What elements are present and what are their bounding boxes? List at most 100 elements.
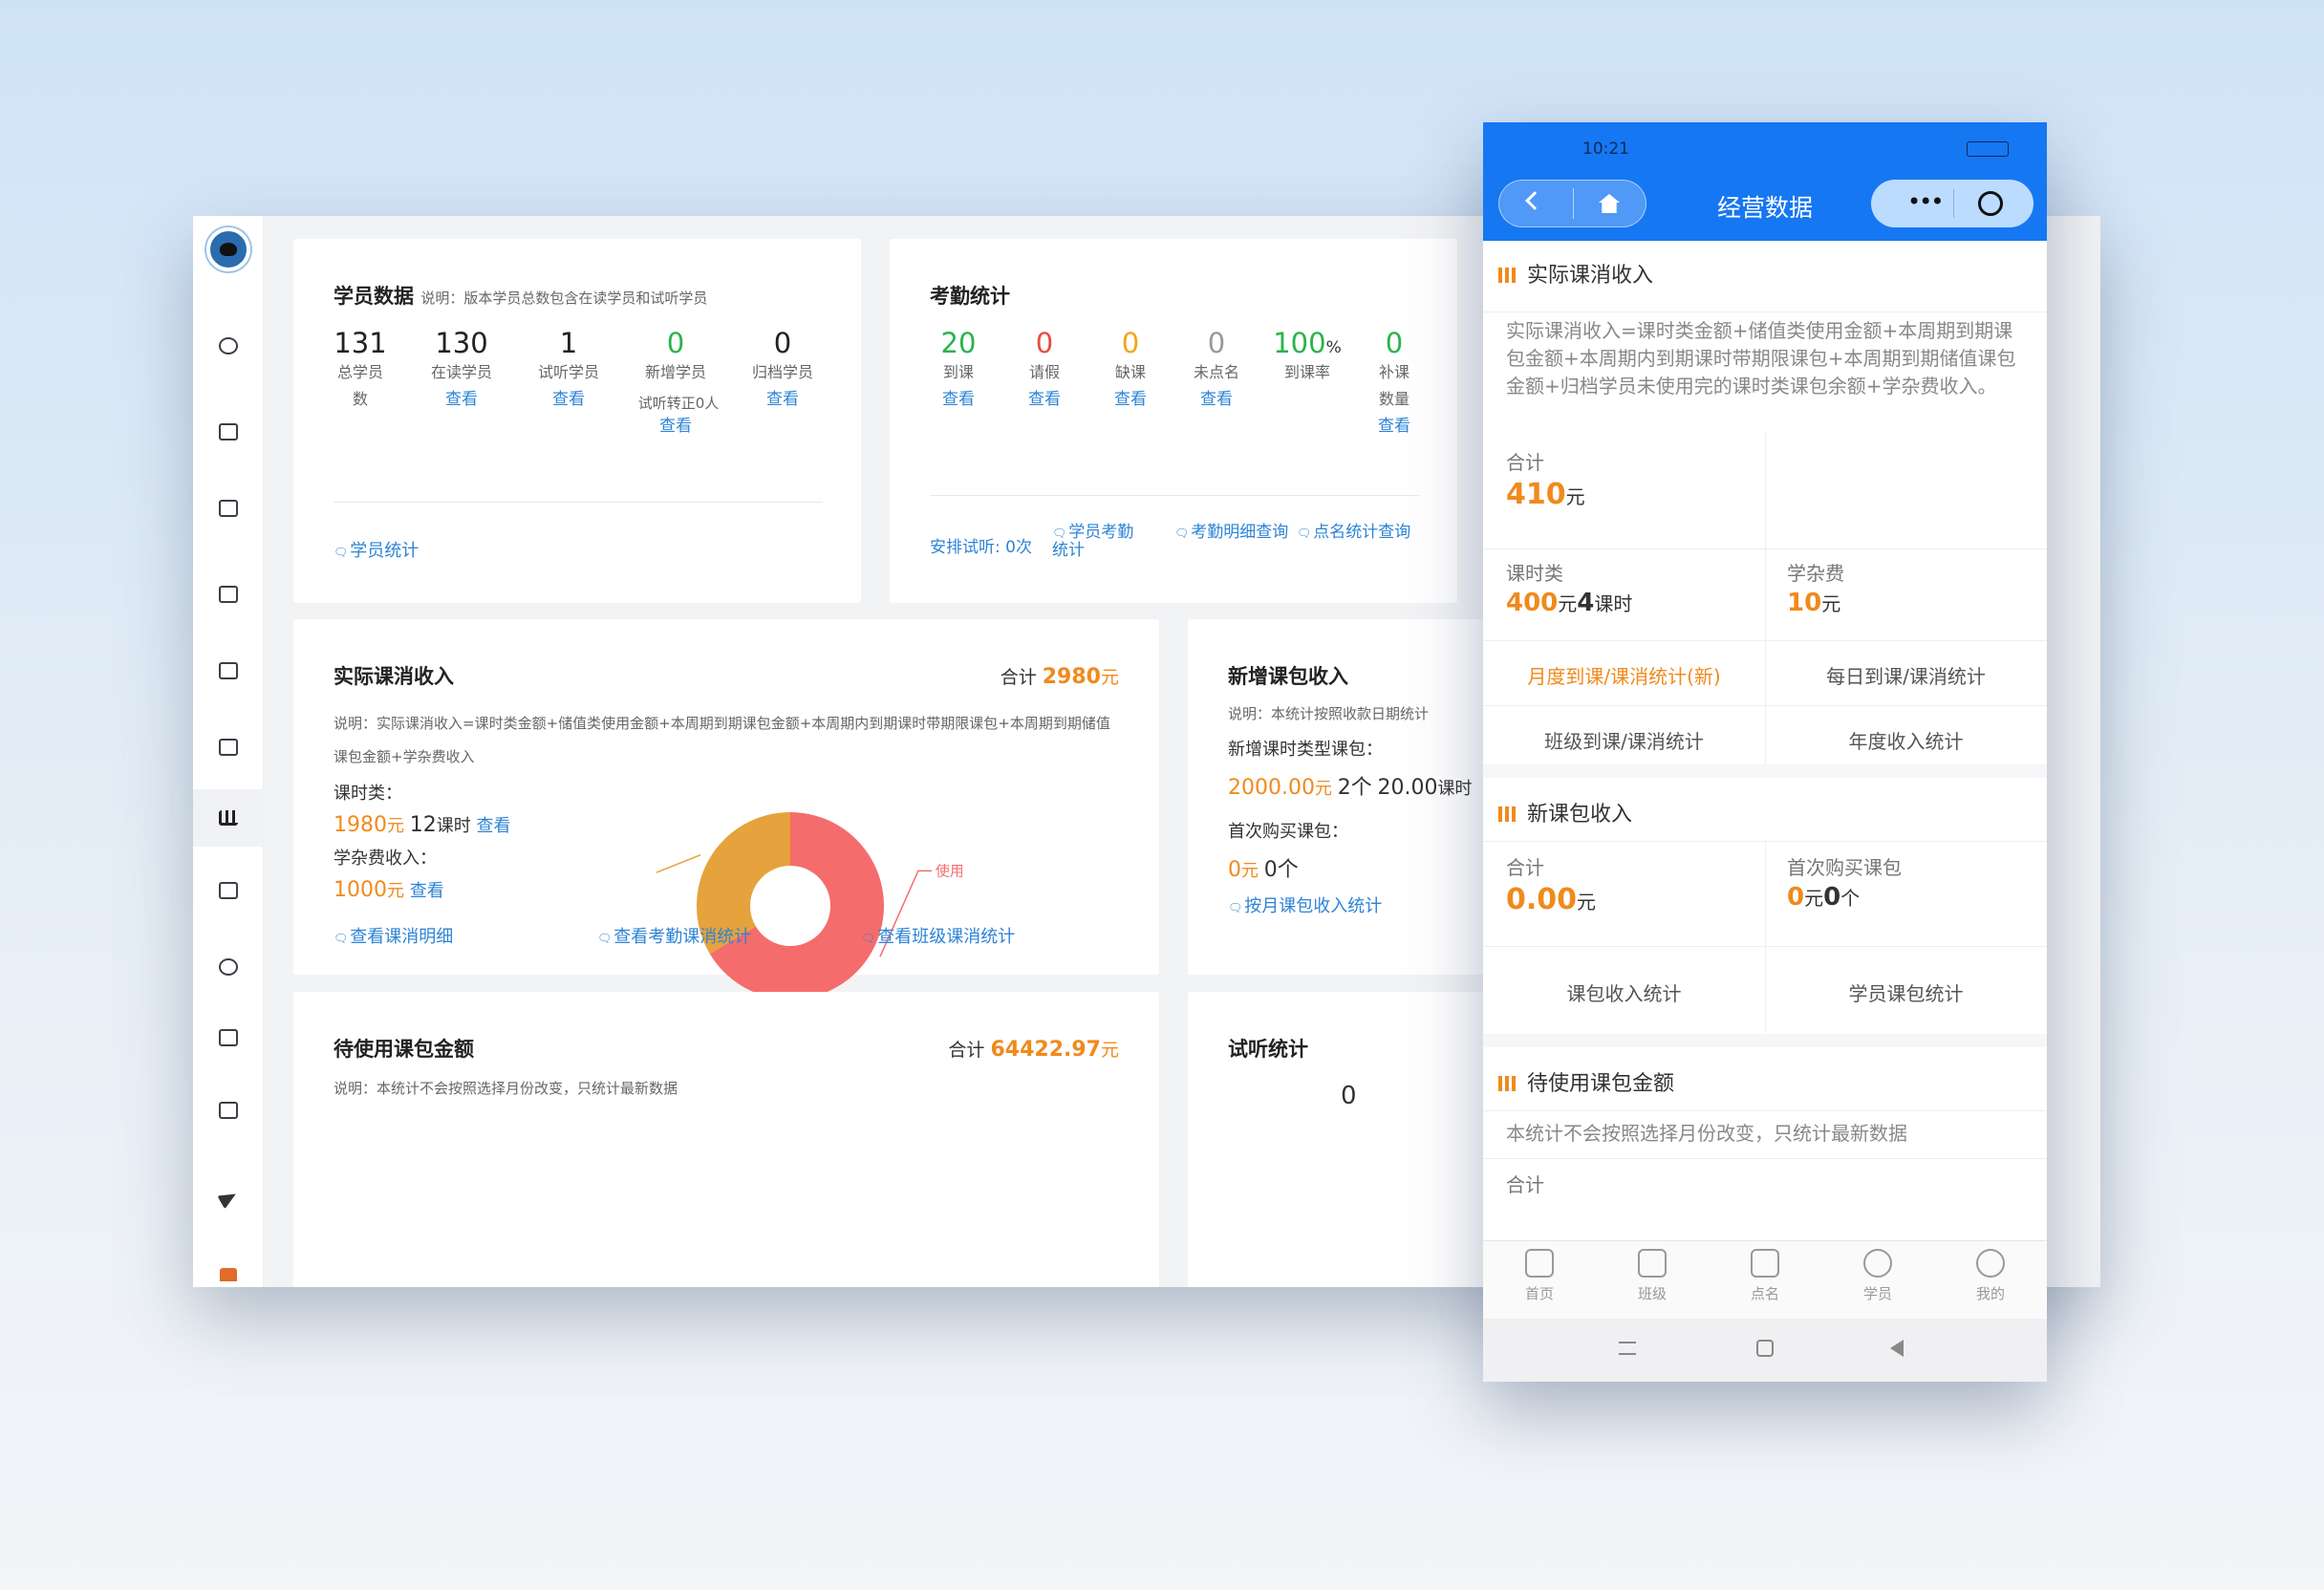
menu-icon[interactable] xyxy=(1619,1342,1636,1355)
tab-mine[interactable]: 我的 xyxy=(1934,1249,2047,1303)
stat-rate: 100% 到课率 xyxy=(1273,327,1342,381)
attendance-consume-link[interactable]: 查看考勤课消统计 xyxy=(597,923,751,948)
divider xyxy=(1483,946,2047,947)
card-title: 待使用课包金额 xyxy=(334,1038,474,1061)
attendance-stats-link[interactable]: 学员考勤统计 xyxy=(1052,524,1144,559)
sidebar-item-doc2[interactable] xyxy=(193,1009,264,1066)
tab-rollcall[interactable]: 点名 xyxy=(1709,1249,1821,1303)
dashboard-icon xyxy=(219,337,238,355)
consume-desc: 实际课消收入=课时类金额+储值类使用金额+本周期到期课包金额+本周期内到期课时带… xyxy=(1506,319,2016,398)
view-link[interactable]: 查看 xyxy=(530,386,607,413)
view-link[interactable]: 查看 xyxy=(920,386,997,413)
pie-label: 使用课时 xyxy=(936,862,962,879)
phone-newpkg-section: 新课包收入 合计 0.00元 首次购买课包 0元0个 课包收入统计 学员课包统计 xyxy=(1483,778,2047,1034)
consume-detail-link[interactable]: 查看课消明细 xyxy=(334,923,453,948)
card-title: 实际课消收入 xyxy=(334,665,454,688)
edit-icon xyxy=(219,500,238,517)
card-title: 新增课包收入 xyxy=(1228,665,1348,688)
total-label: 合计 xyxy=(1506,1173,1544,1196)
view-link[interactable]: 查看 xyxy=(423,386,500,413)
view-link[interactable]: 查看 xyxy=(744,386,821,413)
bag-icon xyxy=(219,739,238,756)
stat-reading: 130 在读学员 查看 xyxy=(423,327,500,413)
student-package-button[interactable]: 学员课包统计 xyxy=(1765,978,2047,1006)
yearly-income-button[interactable]: 年度收入统计 xyxy=(1765,726,2047,754)
class-consume-button[interactable]: 班级到课/课消统计 xyxy=(1483,726,1765,754)
monthly-consume-button[interactable]: 月度到课/课消统计(新) xyxy=(1483,661,1765,689)
stat-new: 0 新增学员 试听转正0人 查看 xyxy=(637,327,720,440)
school-icon xyxy=(220,1268,237,1281)
more-icon[interactable]: ••• xyxy=(1907,190,1944,213)
fee-label: 学杂费 xyxy=(1787,562,1844,585)
section-title: 待使用课包金额 xyxy=(1498,1066,1674,1097)
fee-value: 10元 xyxy=(1787,589,1841,617)
sidebar-item-calendar[interactable] xyxy=(193,403,264,461)
tab-bar: 首页 班级 点名 学员 我的 xyxy=(1483,1240,2047,1319)
trial-arranged[interactable]: 安排试听: 0次 xyxy=(930,533,1032,557)
document-icon xyxy=(219,1102,238,1119)
battery-icon xyxy=(1967,141,2009,157)
daily-consume-button[interactable]: 每日到课/课消统计 xyxy=(1765,661,2047,689)
stat-total: 131 总学员数 xyxy=(334,327,387,408)
sidebar-item-edit[interactable] xyxy=(193,480,264,537)
sidebar-item-doc1[interactable] xyxy=(193,862,264,919)
view-link[interactable]: 查看 xyxy=(476,816,510,836)
view-link[interactable]: 查看 xyxy=(1092,386,1169,413)
sidebar-item-stats[interactable] xyxy=(193,789,264,847)
divider xyxy=(930,495,1419,496)
hour-label: 课时类： xyxy=(334,784,402,804)
sidebar-item-finance[interactable] xyxy=(193,642,264,699)
view-link[interactable]: 查看 xyxy=(1178,386,1255,413)
package-income-button[interactable]: 课包收入统计 xyxy=(1483,978,1765,1006)
divider xyxy=(1483,1110,2047,1111)
stat-unnamed: 0 未点名 查看 xyxy=(1178,327,1255,413)
student-stats-link[interactable]: 学员统计 xyxy=(334,537,419,562)
sidebar-item-dashboard[interactable] xyxy=(193,317,264,375)
avatar[interactable] xyxy=(206,227,250,271)
consume-total: 合计 2980元 xyxy=(1000,665,1119,689)
sidebar-item-doc3[interactable] xyxy=(193,1082,264,1139)
class-consume-link[interactable]: 查看班级课消统计 xyxy=(861,923,1015,948)
consume-card: 实际课消收入 合计 2980元 说明：实际课消收入=课时类金额+储值类使用金额+… xyxy=(293,619,1159,1278)
attendance-detail-link[interactable]: 考勤明细查询 xyxy=(1174,524,1289,542)
phone-pending-section: 待使用课包金额 本统计不会按照选择月份改变，只统计最新数据 合计 xyxy=(1483,1047,2047,1240)
monthly-package-link[interactable]: 按月课包收入统计 xyxy=(1228,892,1382,917)
sidebar-item-service[interactable] xyxy=(193,938,264,996)
hour-label: 课时类 xyxy=(1506,562,1563,585)
card-title: 考勤统计 xyxy=(930,285,1010,308)
section-title: 新课包收入 xyxy=(1498,797,1632,827)
system-nav-bar xyxy=(1483,1319,2047,1382)
stat-archived: 0 归档学员 查看 xyxy=(744,327,821,413)
card-title: 学员数据 说明：版本学员总数包含在读学员和试听学员 xyxy=(334,285,708,308)
divider xyxy=(1483,1158,2047,1159)
sidebar-item-school[interactable] xyxy=(193,1246,264,1287)
fee-label: 学杂费收入： xyxy=(334,849,437,869)
back-nav-icon[interactable] xyxy=(1890,1340,1904,1357)
sidebar-item-send[interactable] xyxy=(193,1170,264,1227)
first-label: 首次购买课包 xyxy=(1787,856,1902,879)
view-link[interactable]: 查看 xyxy=(1356,413,1432,440)
home-grid-icon xyxy=(1525,1249,1554,1278)
view-link[interactable]: 查看 xyxy=(410,881,444,901)
pending-total: 合计 64422.97元 xyxy=(948,1038,1119,1062)
tab-student[interactable]: 学员 xyxy=(1821,1249,1934,1303)
wallet-icon xyxy=(219,662,238,679)
rollcall-stats-link[interactable]: 点名统计查询 xyxy=(1297,524,1411,542)
attendance-card: 考勤统计 20 到课 查看 0 请假 查看 0 缺课 查看 0 未点名 查看 100% 到课率 0… xyxy=(890,239,1457,603)
close-miniapp-icon[interactable] xyxy=(1978,191,2003,216)
student-data-card: 学员数据 说明：版本学员总数包含在读学员和试听学员 131 总学员数 130 在读学… xyxy=(293,239,861,603)
tab-class[interactable]: 班级 xyxy=(1596,1249,1709,1303)
user-icon xyxy=(1863,1249,1892,1278)
document-icon xyxy=(219,1029,238,1046)
tab-home[interactable]: 首页 xyxy=(1483,1249,1596,1303)
pending-card: 待使用课包金额 合计 64422.97元 说明：本统计不会按照选择月份改变，只统… xyxy=(293,992,1159,1287)
view-link[interactable]: 查看 xyxy=(1006,386,1083,413)
hour-pkg-label: 新增课时类型课包： xyxy=(1228,740,1383,760)
phone-header: 10:21 经营数据 ••• xyxy=(1483,122,2047,241)
sidebar-item-shop[interactable] xyxy=(193,719,264,776)
home-nav-icon[interactable] xyxy=(1756,1340,1774,1357)
sidebar-item-course[interactable] xyxy=(193,566,264,623)
divider xyxy=(334,502,823,503)
total-label: 合计 xyxy=(1506,856,1544,879)
pending-note: 说明：本统计不会按照选择月份改变，只统计最新数据 xyxy=(334,1080,678,1097)
